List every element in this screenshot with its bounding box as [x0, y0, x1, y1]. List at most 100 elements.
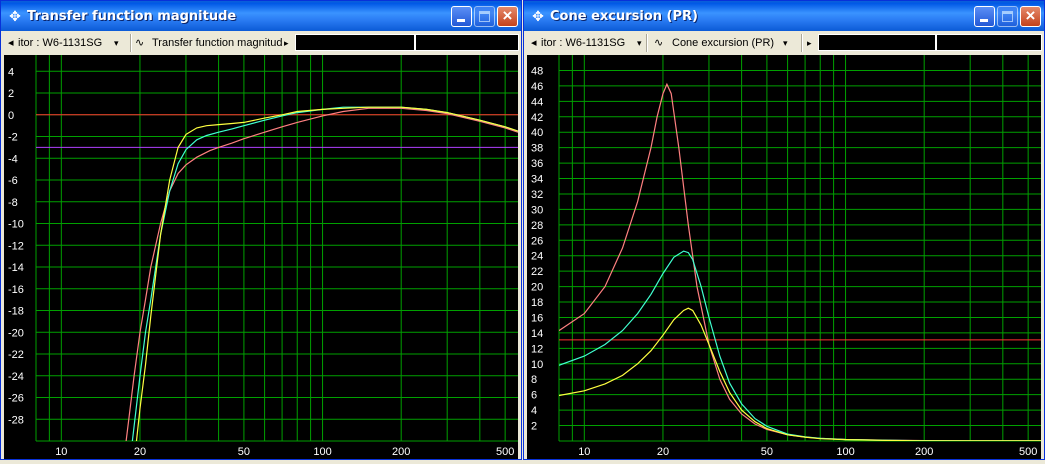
y-tick-label: 30 — [531, 204, 543, 216]
y-tick-label: -18 — [8, 306, 24, 318]
y-tick-label: 22 — [531, 266, 543, 278]
x-tick-label: 200 — [915, 446, 933, 458]
y-tick-label: -10 — [8, 219, 24, 231]
y-tick-label: -14 — [8, 262, 24, 274]
y-tick-label: 48 — [531, 65, 543, 77]
plot-area[interactable]: 48 46 44 42 40 38 36 34 32 30 28 26 24 22 20 18 16 14 12 10… — [527, 55, 1041, 459]
series-line-2 — [131, 106, 518, 441]
title-bar[interactable]: ✥ Transfer function magnitude × — [1, 1, 521, 31]
close-button[interactable]: × — [1020, 6, 1041, 27]
transfer-function-window[interactable]: ✥ Transfer function magnitude × ◂ itor :… — [0, 0, 522, 460]
y-tick-label: -20 — [8, 327, 24, 339]
y-tick-label: -28 — [8, 414, 24, 426]
y-tick-label: -2 — [8, 132, 18, 144]
window-title: Transfer function magnitude — [27, 9, 237, 24]
close-icon: × — [502, 6, 513, 25]
cone-excursion-chart[interactable]: 4846444240383634323028262422201816141210… — [527, 55, 1041, 459]
chevron-right-icon[interactable]: ▸ — [807, 34, 815, 52]
curve-selector[interactable]: Transfer function magnitude — [152, 34, 282, 52]
transfer-function-chart[interactable]: 420-2-4-6-8-10-12-14-16-18-20-22-24-26-2… — [4, 55, 518, 459]
y-tick-label: 4 — [8, 66, 14, 78]
y-tick-label: 34 — [531, 174, 543, 186]
y-tick-label: 14 — [531, 328, 543, 340]
y-tick-label: 0 — [8, 110, 14, 122]
series-line-3 — [559, 307, 1041, 441]
x-tick-label: 100 — [836, 446, 854, 458]
y-tick-label: 18 — [531, 297, 543, 309]
y-tick-label: 2 — [531, 421, 537, 433]
series-line-2 — [559, 250, 1041, 441]
y-tick-label: -16 — [8, 284, 24, 296]
chevron-right-icon[interactable]: ▸ — [284, 34, 292, 52]
value-readout-1 — [295, 34, 415, 51]
y-tick-label: 42 — [531, 112, 543, 124]
y-tick-label: 12 — [531, 343, 543, 355]
maximize-button[interactable] — [474, 6, 495, 27]
y-tick-label: 16 — [531, 312, 543, 324]
minimize-icon — [457, 19, 465, 22]
y-tick-label: 46 — [531, 81, 543, 93]
x-tick-label: 200 — [392, 446, 410, 458]
y-tick-label: -26 — [8, 393, 24, 405]
curve-wave-icon: ∿ — [654, 37, 664, 49]
y-tick-label: 44 — [531, 96, 543, 108]
x-tick-label: 500 — [1019, 446, 1037, 458]
x-tick-label: 20 — [134, 446, 146, 458]
close-icon: × — [1025, 6, 1036, 25]
value-readout-1 — [818, 34, 936, 51]
y-tick-label: 40 — [531, 127, 543, 139]
minimize-icon — [980, 19, 988, 22]
y-tick-label: 32 — [531, 189, 543, 201]
curve-selector[interactable]: Cone excursion (PR) — [672, 34, 782, 52]
cone-excursion-window[interactable]: ✥ Cone excursion (PR) × ◂ itor : W6-1131… — [523, 0, 1045, 460]
toolbar-divider — [130, 34, 132, 52]
y-tick-label: -4 — [8, 153, 18, 165]
minimize-button[interactable] — [451, 6, 472, 27]
y-tick-label: 8 — [531, 374, 537, 386]
crosshair-icon: ✥ — [9, 8, 21, 24]
y-tick-label: -24 — [8, 371, 24, 383]
toolbar: ◂ itor : W6-1131SG ▾ ∿ Cone excursion (P… — [527, 32, 1042, 54]
x-tick-label: 10 — [55, 446, 67, 458]
maximize-button[interactable] — [997, 6, 1018, 27]
toolbar: ◂ itor : W6-1131SG ▾ ∿ Transfer function… — [4, 32, 519, 54]
driver-selector[interactable]: itor : W6-1131SG — [541, 34, 637, 52]
toolbar-divider — [801, 34, 803, 52]
driver-selector[interactable]: itor : W6-1131SG — [18, 34, 114, 52]
y-tick-label: -6 — [8, 175, 18, 187]
x-tick-label: 500 — [496, 446, 514, 458]
y-tick-label: 26 — [531, 235, 543, 247]
chevron-left-icon[interactable]: ◂ — [8, 34, 18, 52]
x-tick-label: 50 — [238, 446, 250, 458]
value-readout-2 — [415, 34, 519, 51]
value-readout-2 — [936, 34, 1042, 51]
close-button[interactable]: × — [497, 6, 518, 27]
x-tick-label: 50 — [761, 446, 773, 458]
y-tick-label: 4 — [531, 405, 537, 417]
y-tick-label: -22 — [8, 349, 24, 361]
chevron-down-icon[interactable]: ▾ — [783, 34, 793, 52]
y-tick-label: 6 — [531, 390, 537, 402]
curve-wave-icon: ∿ — [135, 37, 145, 49]
title-bar[interactable]: ✥ Cone excursion (PR) × — [524, 1, 1044, 31]
series-line-1 — [125, 107, 518, 441]
y-tick-label: 28 — [531, 220, 543, 232]
crosshair-icon: ✥ — [532, 8, 544, 24]
window-title: Cone excursion (PR) — [550, 9, 698, 24]
y-tick-label: 20 — [531, 282, 543, 294]
y-tick-label: 24 — [531, 251, 543, 263]
maximize-icon — [1002, 11, 1013, 22]
minimize-button[interactable] — [974, 6, 995, 27]
chevron-left-icon[interactable]: ◂ — [531, 34, 541, 52]
series-line-3 — [135, 106, 518, 441]
y-tick-label: 2 — [8, 88, 14, 100]
y-tick-label: -12 — [8, 240, 24, 252]
maximize-icon — [479, 11, 490, 22]
x-tick-label: 20 — [657, 446, 669, 458]
y-tick-label: -8 — [8, 197, 18, 209]
plot-area[interactable]: 4 2 0 -2 -4 -6 -8 -10 -12 -14 -16 -18 -20 -22 -24 -26 -2… — [4, 55, 518, 459]
series-line-1 — [559, 82, 1041, 441]
chevron-down-icon[interactable]: ▾ — [114, 34, 124, 52]
x-tick-label: 10 — [578, 446, 590, 458]
x-tick-label: 100 — [313, 446, 331, 458]
